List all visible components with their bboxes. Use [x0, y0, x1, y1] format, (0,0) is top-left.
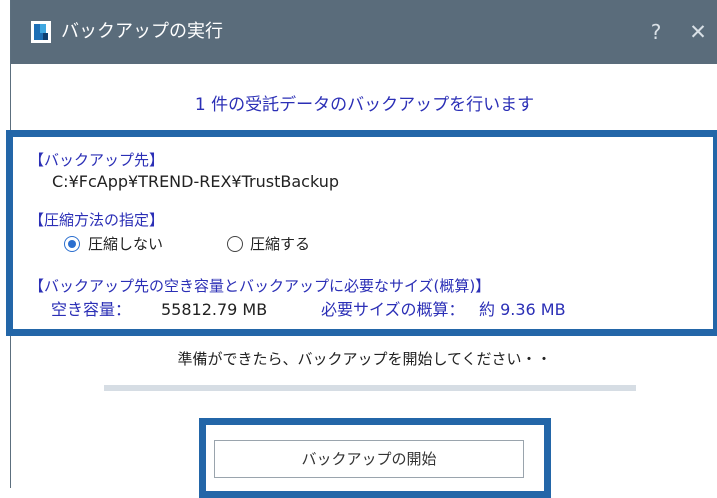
radio-compress[interactable]: [227, 236, 243, 252]
backup-progress-bar: [104, 385, 636, 391]
required-size-label: 必要サイズの概算：: [321, 300, 465, 319]
free-space-value: 55812.79 MB: [161, 300, 268, 319]
required-size-value: 約 9.36 MB: [479, 300, 566, 319]
start-backup-button[interactable]: バックアップの開始: [214, 440, 524, 478]
radio-no-compression[interactable]: [64, 236, 80, 252]
app-icon: [31, 21, 51, 43]
radio-compress-label[interactable]: 圧縮する: [250, 234, 310, 254]
radio-no-compression-label[interactable]: 圧縮しない: [88, 234, 163, 254]
window-title: バックアップの実行: [61, 21, 223, 42]
compression-label: 【圧縮方法の指定】: [29, 211, 165, 229]
close-button[interactable]: ✕: [685, 18, 711, 46]
destination-path: C:¥FcApp¥TREND-REX¥TrustBackup: [52, 172, 340, 191]
free-space-label: 空き容量：: [51, 300, 132, 319]
status-message: 準備ができたら、バックアップを開始してください・・: [177, 350, 552, 368]
help-button[interactable]: ?: [643, 18, 669, 46]
destination-label: 【バックアップ先】: [29, 151, 165, 169]
title-bar: バックアップの実行 ? ✕: [11, 0, 717, 64]
backup-summary-heading: 1 件の受託データのバックアップを行います: [194, 95, 535, 115]
capacity-label: 【バックアップ先の空き容量とバックアップに必要なサイズ(概算)】: [29, 277, 491, 295]
backup-dialog: バックアップの実行 ? ✕ 1 件の受託データのバックアップを行います 【バック…: [6, 0, 717, 498]
